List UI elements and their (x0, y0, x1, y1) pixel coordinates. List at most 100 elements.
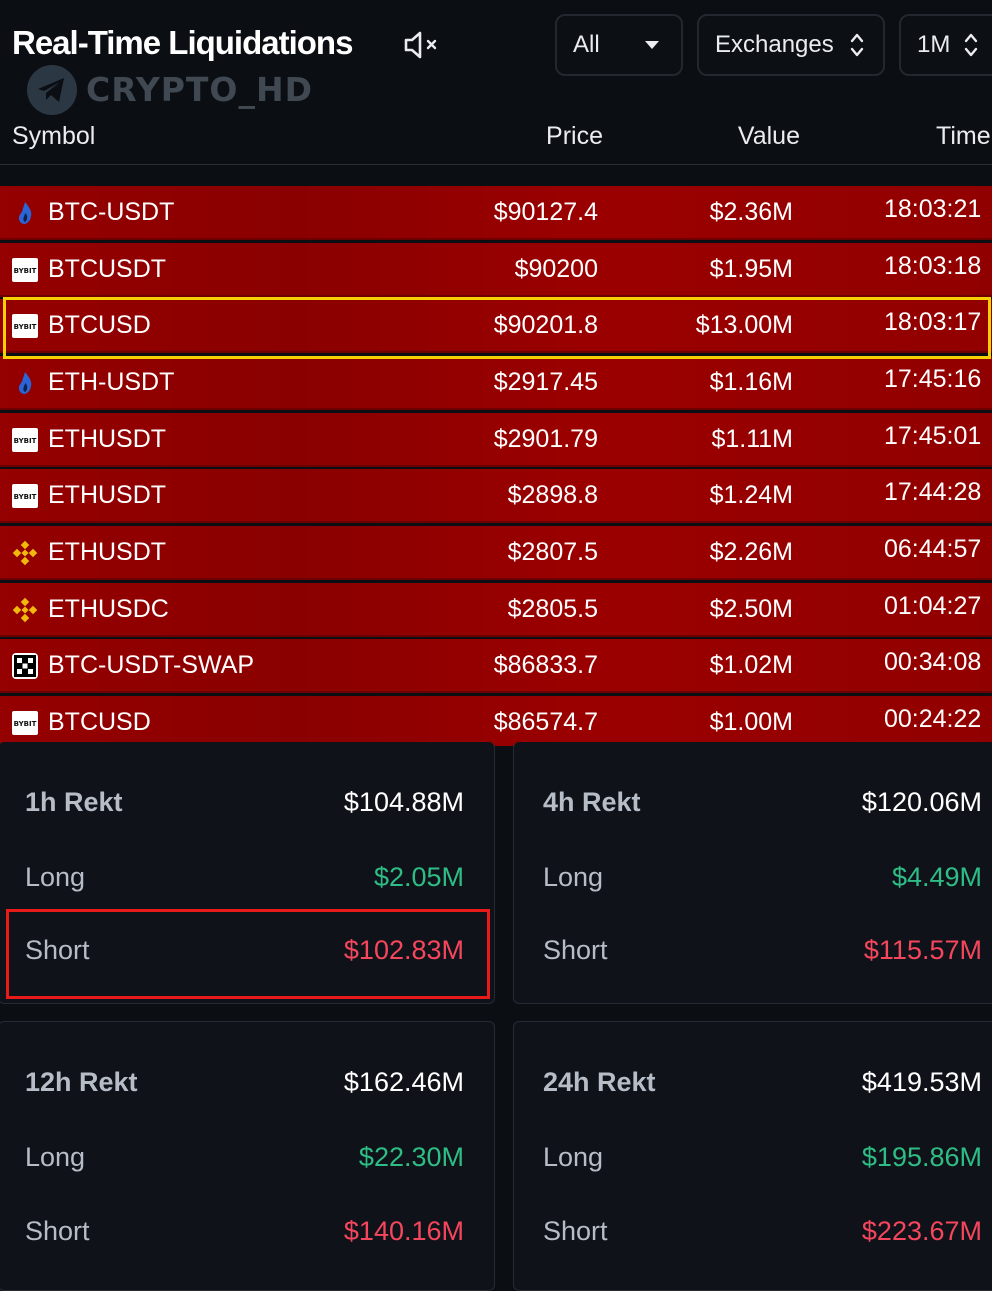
table-row[interactable]: ETHUSDC $2805.5 $2.50M 01:04:27 (0, 583, 992, 637)
stats-title: 12h Rekt (25, 1067, 138, 1097)
value-cell: $1.16M (709, 368, 793, 396)
symbol-cell: BTC-USDT (48, 198, 175, 226)
stats-title: 4h Rekt (543, 787, 641, 817)
price-cell: $90200 (514, 255, 598, 283)
value-cell: $2.36M (709, 198, 793, 226)
price-cell: $2805.5 (507, 595, 598, 623)
stats-total: $104.88M (343, 787, 464, 817)
stats-total: $162.46M (343, 1067, 464, 1097)
price-cell: $2901.79 (493, 425, 598, 453)
time-cell: 00:34:08 (884, 648, 982, 676)
value-cell: $2.50M (709, 595, 793, 623)
symbol-cell: ETHUSDC (48, 595, 169, 623)
bybit-icon: BYBIT (12, 257, 38, 283)
huobi-icon (12, 200, 38, 226)
up-down-chevron-icon (964, 33, 978, 57)
mute-icon[interactable] (403, 30, 441, 60)
svg-text:BYBIT: BYBIT (14, 493, 37, 501)
short-label: Short (25, 1216, 90, 1246)
stats-card-4h: 4h Rekt $120.06M Long $4.49M Short $115.… (513, 742, 992, 1004)
symbol-cell: ETH-USDT (48, 368, 175, 396)
table-row[interactable]: BYBIT ETHUSDT $2901.79 $1.11M 17:45:01 (0, 413, 992, 467)
filter-all-dropdown[interactable]: All (555, 14, 683, 76)
time-cell: 18:03:21 (884, 195, 982, 223)
short-value: $140.16M (343, 1216, 464, 1246)
long-value: $22.30M (358, 1142, 464, 1172)
svg-text:BYBIT: BYBIT (14, 267, 37, 275)
symbol-cell: ETHUSDT (48, 425, 167, 453)
liquidations-table: BTC-USDT $90127.4 $2.36M 18:03:21 BYBIT … (0, 186, 992, 746)
long-label: Long (543, 862, 604, 892)
symbol-cell: ETHUSDT (48, 481, 167, 509)
value-cell: $1.00M (709, 708, 793, 736)
time-cell: 01:04:27 (884, 592, 982, 620)
stats-card-12h: 12h Rekt $162.46M Long $22.30M Short $14… (0, 1021, 495, 1291)
long-value: $2.05M (373, 862, 464, 892)
table-row[interactable]: ETH-USDT $2917.45 $1.16M 17:45:16 (0, 356, 992, 410)
price-cell: $2807.5 (507, 538, 598, 566)
caret-down-icon (645, 41, 659, 49)
symbol-cell: BTC-USDT-SWAP (48, 651, 255, 679)
stats-title: 24h Rekt (543, 1067, 656, 1097)
table-row[interactable]: BTC-USDT $90127.4 $2.36M 18:03:21 (0, 186, 992, 240)
stats-card-24h: 24h Rekt $419.53M Long $195.86M Short $2… (513, 1021, 992, 1291)
short-value: $115.57M (863, 935, 982, 965)
telegram-icon (27, 65, 77, 115)
okx-icon (12, 653, 38, 679)
price-cell: $90127.4 (493, 198, 598, 226)
stats-title: 1h Rekt (25, 787, 123, 817)
time-cell: 17:44:28 (884, 478, 982, 506)
price-cell: $2898.8 (507, 481, 598, 509)
value-cell: $2.26M (709, 538, 793, 566)
table-row[interactable]: BYBIT BTCUSDT $90200 $1.95M 18:03:18 (0, 243, 992, 297)
time-cell: 06:44:57 (884, 535, 982, 563)
symbol-cell: ETHUSDT (48, 538, 167, 566)
top-bar: Real-Time Liquidations CRYPTO_HD All Exc… (0, 0, 992, 115)
time-range-dropdown[interactable]: 1M (899, 14, 992, 76)
price-cell: $2917.45 (493, 368, 598, 396)
value-cell: $1.11M (711, 425, 793, 453)
bybit-icon: BYBIT (12, 427, 38, 453)
svg-text:BYBIT: BYBIT (14, 437, 37, 445)
binance-icon (12, 597, 38, 623)
long-value: $4.49M (891, 862, 982, 892)
column-header-value[interactable]: Value (738, 122, 800, 151)
time-cell: 17:45:16 (884, 365, 982, 393)
long-value: $195.86M (861, 1142, 982, 1172)
table-row[interactable]: BYBIT BTCUSD $86574.7 $1.00M 00:24:22 (0, 696, 992, 746)
long-label: Long (25, 862, 86, 892)
column-header-price[interactable]: Price (546, 122, 603, 151)
symbol-cell: BTCUSDT (48, 255, 167, 283)
column-header-symbol[interactable]: Symbol (12, 122, 95, 151)
short-label: Short (543, 1216, 608, 1246)
time-range-label: 1M (917, 31, 951, 58)
page-title: Real-Time Liquidations (12, 24, 353, 61)
binance-icon (12, 540, 38, 566)
table-header: Symbol Price Value Time (0, 112, 992, 165)
table-row[interactable]: BTC-USDT-SWAP $86833.7 $1.02M 00:34:08 (0, 639, 992, 693)
price-cell: $86574.7 (493, 708, 598, 736)
short-value: $223.67M (861, 1216, 982, 1246)
svg-text:BYBIT: BYBIT (14, 720, 37, 728)
up-down-chevron-icon (850, 33, 864, 57)
stats-total: $120.06M (861, 787, 982, 817)
time-cell: 18:03:18 (884, 252, 982, 280)
bybit-icon: BYBIT (12, 483, 38, 509)
stats-total: $419.53M (861, 1067, 982, 1097)
price-cell: $86833.7 (493, 651, 598, 679)
column-header-time[interactable]: Time (936, 122, 991, 151)
table-row[interactable]: ETHUSDT $2807.5 $2.26M 06:44:57 (0, 526, 992, 580)
short-label: Short (543, 935, 608, 965)
value-cell: $1.24M (709, 481, 793, 509)
exchanges-dropdown[interactable]: Exchanges (697, 14, 885, 76)
watermark-text: CRYPTO_HD (86, 70, 313, 109)
long-label: Long (543, 1142, 604, 1172)
highlight-box-red (6, 909, 490, 999)
highlight-box-yellow (3, 297, 991, 359)
table-row[interactable]: BYBIT ETHUSDT $2898.8 $1.24M 17:44:28 (0, 469, 992, 523)
time-cell: 17:45:01 (884, 422, 982, 450)
filter-all-label: All (573, 31, 600, 58)
time-cell: 00:24:22 (884, 705, 982, 733)
bybit-icon: BYBIT (12, 710, 38, 736)
long-label: Long (25, 1142, 86, 1172)
